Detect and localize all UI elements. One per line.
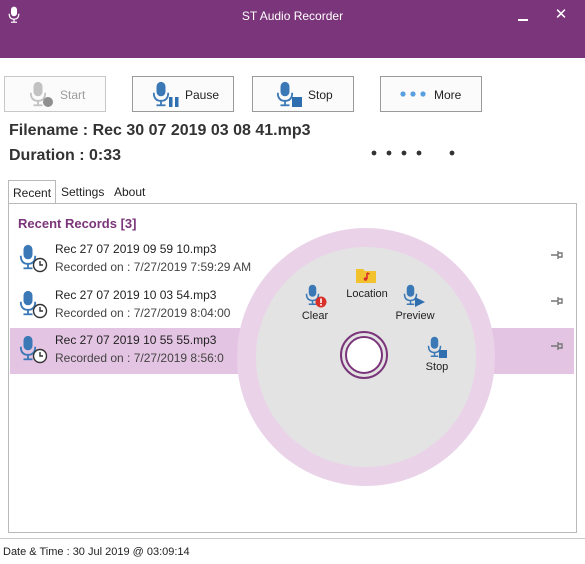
microphone-clear-icon — [305, 284, 327, 308]
more-button[interactable]: More — [380, 76, 482, 112]
window-title: ST Audio Recorder — [241, 9, 344, 23]
dots-icon — [400, 91, 426, 97]
microphone-pause-icon — [152, 81, 179, 108]
recording-history-icon — [19, 290, 48, 319]
recording-history-icon — [19, 335, 48, 364]
radial-location-button[interactable]: Location — [337, 264, 397, 304]
stop-button[interactable]: Stop — [252, 76, 354, 112]
record-date: Recorded on : 7/27/2019 8:04:00 — [55, 306, 231, 320]
microphone-disabled-icon — [29, 81, 53, 108]
pin-icon[interactable] — [550, 296, 564, 306]
folder-music-icon — [356, 269, 376, 283]
microphone-stop-icon — [276, 81, 302, 108]
radial-stop-button[interactable]: Stop — [419, 334, 455, 376]
start-button-label: Start — [60, 88, 86, 102]
radial-stop-label: Stop — [425, 361, 449, 373]
tab-about[interactable]: About — [110, 180, 149, 204]
radial-center-button[interactable] — [339, 330, 389, 380]
minimize-button[interactable] — [508, 4, 538, 26]
title-bar: ST Audio Recorder ✕ — [0, 0, 585, 58]
tab-settings[interactable]: Settings — [57, 180, 108, 204]
duration-text: Duration : 0:33 — [9, 147, 122, 164]
radial-preview-button[interactable]: Preview — [391, 284, 439, 324]
radial-preview-label: Preview — [395, 310, 435, 322]
microphone-stop-icon — [427, 336, 447, 358]
recording-history-icon — [19, 244, 48, 273]
pin-icon[interactable] — [550, 341, 564, 351]
radial-menu: Location Clear Preview Stop — [237, 228, 495, 486]
record-date: Recorded on : 7/27/2019 7:59:29 AM — [55, 260, 252, 274]
radial-location-label: Location — [346, 288, 388, 300]
status-datetime: Date & Time : 30 Jul 2019 @ 03:09:14 — [3, 546, 190, 558]
close-button[interactable]: ✕ — [546, 4, 576, 26]
start-button[interactable]: Start — [4, 76, 106, 112]
minimize-icon — [518, 19, 528, 21]
microphone-play-icon — [403, 284, 425, 307]
pause-button[interactable]: Pause — [132, 76, 234, 112]
close-icon: ✕ — [554, 6, 568, 23]
stop-button-label: Stop — [308, 88, 333, 102]
record-date: Recorded on : 7/27/2019 8:56:0 — [55, 351, 224, 365]
more-button-label: More — [434, 88, 462, 102]
record-name: Rec 27 07 2019 10 03 54.mp3 — [55, 288, 217, 302]
recording-level-indicator — [371, 150, 455, 156]
recent-records-header: Recent Records [3] — [18, 216, 137, 231]
pin-icon[interactable] — [550, 250, 564, 260]
status-bar: Date & Time : 30 Jul 2019 @ 03:09:14 — [0, 538, 585, 564]
tab-recent[interactable]: Recent — [8, 180, 56, 204]
radial-clear-button[interactable]: Clear — [293, 284, 337, 324]
record-name: Rec 27 07 2019 09 59 10.mp3 — [55, 242, 217, 256]
radial-clear-label: Clear — [301, 310, 329, 322]
pause-button-label: Pause — [185, 88, 220, 102]
filename-text: Filename : Rec 30 07 2019 03 08 41.mp3 — [9, 122, 311, 139]
record-name: Rec 27 07 2019 10 55 55.mp3 — [55, 333, 217, 347]
